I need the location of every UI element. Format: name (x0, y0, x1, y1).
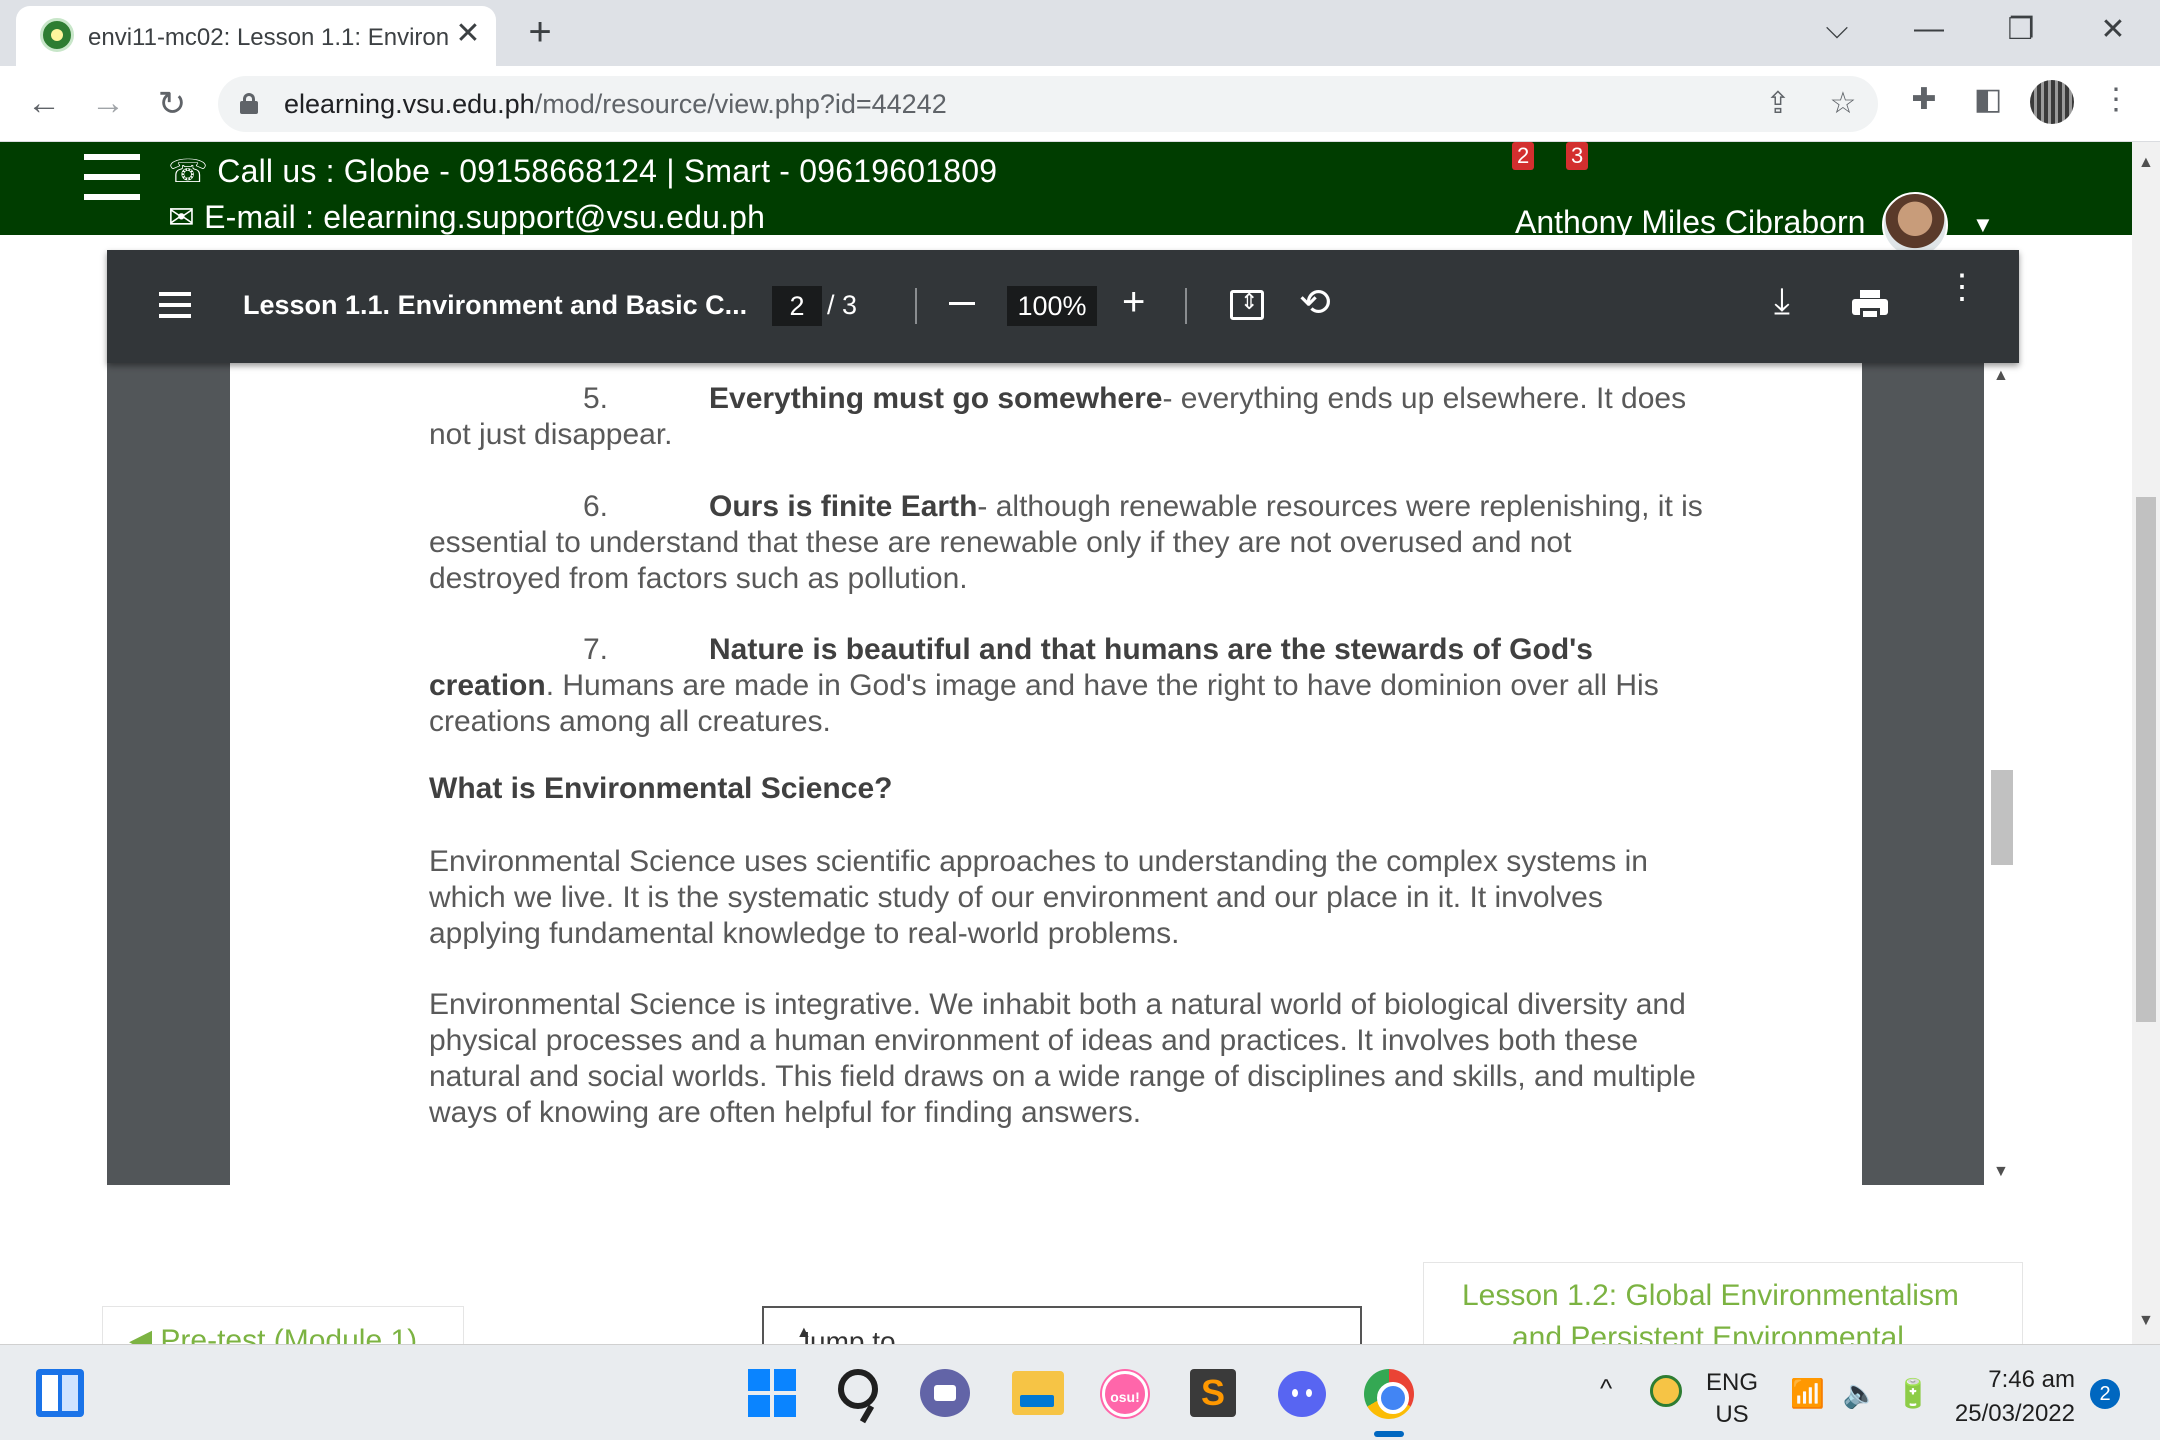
item-number: 6. (583, 490, 609, 523)
item-bold: Everything must go somewhere (709, 382, 1163, 415)
url-text[interactable]: elearning.vsu.edu.ph/mod/resource/view.p… (284, 89, 947, 120)
site-menu-hamburger-icon[interactable] (84, 154, 140, 200)
browser-tab-bar: envi11-mc02: Lesson 1.1: Environmental S… (0, 0, 2160, 66)
messages-icon[interactable]: 3 (1566, 142, 1589, 172)
url-host: elearning.vsu.edu.ph (284, 89, 535, 119)
vsu-favicon-icon (40, 18, 74, 52)
item-number: 7. (583, 633, 609, 666)
extensions-icon[interactable]: ✚ (1904, 82, 1944, 117)
pdf-title: Lesson 1.1. Environment and Basic C... (243, 290, 748, 320)
pdf-scrollbar[interactable]: ▲ ▼ (1984, 363, 2019, 1185)
tab-search-button[interactable]: ⌵ (1812, 12, 1862, 46)
item-number: 5. (583, 382, 609, 415)
body-paragraph: Environmental Science is integrative. We… (429, 988, 1696, 1129)
input-language[interactable]: ENG US (1706, 1367, 1758, 1431)
page-scrollbar-thumb[interactable] (2136, 497, 2156, 1022)
pdf-page: 5. Everything must go somewhere- everythi… (230, 363, 1862, 1185)
next-activity-link[interactable]: Lesson 1.2: Global Environmentalism and … (1423, 1262, 2023, 1354)
tab-title: envi11-mc02: Lesson 1.1: Environmental S… (88, 24, 448, 51)
side-panel-icon[interactable]: ◧ (1968, 82, 2008, 117)
zoom-level-input[interactable]: 100% (1007, 286, 1097, 326)
toolbar-divider (915, 288, 917, 324)
clock-date: 25/03/2022 (1954, 1400, 2075, 1427)
active-app-indicator (1374, 1431, 1404, 1437)
minimize-button[interactable]: — (1904, 12, 1954, 46)
zoom-out-button[interactable] (949, 302, 975, 305)
zoom-in-button[interactable]: + (1122, 280, 1145, 325)
share-icon[interactable]: ⇪ (1758, 86, 1798, 121)
chrome-icon[interactable] (1364, 1369, 1414, 1419)
system-clock[interactable]: 7:46 am 25/03/2022 (1940, 1363, 2075, 1431)
discord-icon[interactable] (1278, 1371, 1326, 1417)
wifi-volume-battery-icons[interactable]: 📶🔈🔋 (1790, 1377, 1949, 1410)
new-tab-button[interactable]: + (520, 10, 560, 55)
widgets-icon[interactable] (36, 1369, 84, 1417)
scroll-up-arrow-icon[interactable]: ▲ (2138, 154, 2154, 172)
principle-item: 7. Nature is beautiful and that humans ar… (429, 632, 1709, 740)
restore-button[interactable]: ❐ (1996, 12, 2046, 47)
contact-email: ✉ E-mail : elearning.support@vsu.edu.ph (168, 199, 766, 235)
pdf-scrollbar-thumb[interactable] (1991, 770, 2013, 865)
pdf-viewer: Lesson 1.1. Environment and Basic C... 2… (107, 250, 2019, 1185)
pdf-toolbar: Lesson 1.1. Environment and Basic C... 2… (107, 250, 2019, 363)
clock-time: 7:46 am (1988, 1366, 2075, 1393)
notification-count-badge[interactable]: 2 (2090, 1379, 2120, 1409)
language-code: ENG (1706, 1369, 1759, 1396)
pdf-outline-menu-icon[interactable] (159, 292, 191, 318)
region-code: US (1715, 1401, 1749, 1428)
body-paragraph: Environmental Science uses scientific ap… (429, 845, 1648, 950)
search-icon[interactable] (838, 1369, 878, 1409)
browser-tab-active[interactable]: envi11-mc02: Lesson 1.1: Environmental S… (16, 6, 496, 66)
url-path: /mod/resource/view.php?id=44242 (534, 89, 947, 119)
osu-app-icon[interactable]: osu! (1102, 1371, 1148, 1417)
page-number-input[interactable]: 2 (772, 286, 822, 326)
principle-item: 6. Ours is finite Earth- although renewab… (429, 489, 1709, 597)
item-text: . Humans are made in God's image and hav… (429, 669, 1659, 738)
file-explorer-icon[interactable] (1012, 1371, 1064, 1415)
notifications-bell[interactable]: 2 (1512, 142, 1535, 172)
user-menu-caret-icon[interactable]: ▼ (1972, 212, 1994, 238)
pdf-scroll-down-arrow-icon[interactable]: ▼ (1993, 1163, 2009, 1181)
toolbar-divider (1185, 288, 1187, 324)
browser-toolbar: ← → ↻ elearning.vsu.edu.ph/mod/resource/… (0, 66, 2160, 142)
rotate-icon[interactable]: ⟲ (1299, 280, 1331, 325)
teams-chat-icon[interactable] (920, 1369, 970, 1417)
tray-overflow-chevron-icon[interactable]: ^ (1600, 1373, 1612, 1404)
messages-count: 3 (1566, 142, 1589, 170)
pdf-more-options-icon[interactable]: ⋮ (1945, 270, 1979, 304)
select-arrow-icon: ▲ (796, 1324, 812, 1341)
reload-button[interactable]: ↻ (150, 84, 194, 124)
print-icon[interactable] (1852, 290, 1888, 320)
user-avatar[interactable] (1882, 192, 1948, 258)
principle-item: 5. Everything must go somewhere- everythi… (429, 381, 1709, 453)
notifications-count: 2 (1512, 142, 1535, 170)
site-header: ☏ Call us : Globe - 09158668124 | Smart … (0, 142, 2132, 258)
forward-button[interactable]: → (86, 84, 130, 123)
browser-menu-icon[interactable]: ⋮ (2096, 82, 2136, 117)
next-activity-label: Lesson 1.2: Global Environmentalism (1462, 1279, 1959, 1312)
contact-phone: ☏ Call us : Globe - 09158668124 | Smart … (168, 153, 998, 189)
section-heading: What is Environmental Science? (429, 772, 893, 805)
download-icon[interactable]: ⤓ (1774, 280, 1790, 323)
scroll-down-arrow-icon[interactable]: ▼ (2138, 1312, 2154, 1330)
fit-to-page-icon[interactable] (1230, 289, 1264, 320)
page-scrollbar[interactable]: ▲ ▼ (2132, 142, 2160, 1344)
address-bar[interactable]: elearning.vsu.edu.ph/mod/resource/view.p… (218, 76, 1878, 132)
tab-close-button[interactable]: ✕ (451, 16, 485, 51)
windows-taskbar: osu! S ^ ENG US 📶🔈🔋 7:46 am 25/03/2022 2 (0, 1344, 2160, 1440)
page-total: / 3 (827, 290, 858, 320)
tray-app-icon[interactable] (1650, 1375, 1682, 1407)
pdf-scroll-up-arrow-icon[interactable]: ▲ (1993, 367, 2009, 385)
sublime-text-icon[interactable]: S (1190, 1369, 1236, 1417)
start-menu-icon[interactable] (748, 1369, 796, 1417)
lock-icon[interactable] (240, 93, 258, 114)
item-bold: Ours is finite Earth (709, 490, 978, 523)
user-name[interactable]: Anthony Miles Cibraborn (1515, 204, 1865, 241)
profile-avatar[interactable] (2030, 80, 2074, 124)
back-button[interactable]: ← (22, 84, 66, 123)
bookmark-star-icon[interactable]: ☆ (1823, 86, 1863, 121)
window-close-button[interactable]: ✕ (2088, 12, 2138, 47)
